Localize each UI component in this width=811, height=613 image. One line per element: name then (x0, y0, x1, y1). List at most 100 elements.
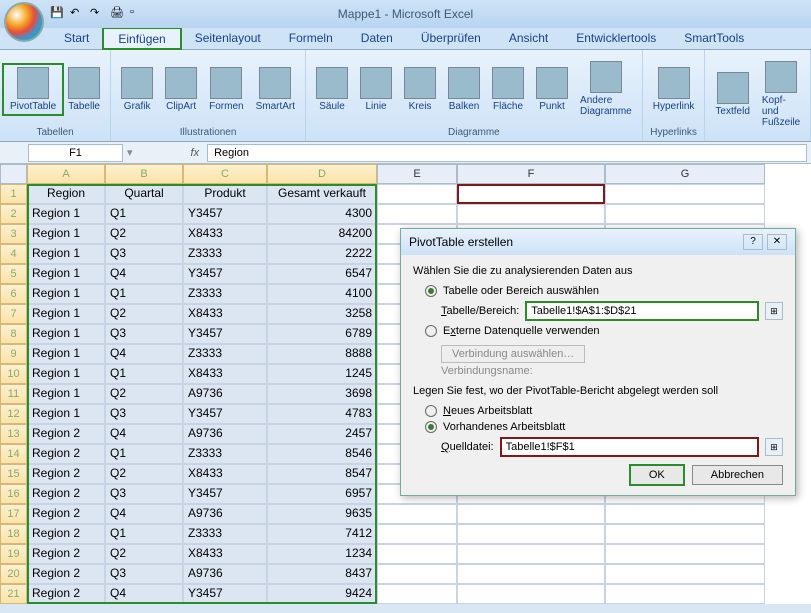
row-header[interactable]: 14 (0, 444, 27, 464)
cell[interactable]: A9736 (183, 424, 267, 444)
fx-icon[interactable]: fx (191, 147, 200, 159)
cell[interactable]: 8547 (267, 464, 377, 484)
row-header[interactable]: 2 (0, 204, 27, 224)
cell[interactable] (605, 184, 765, 204)
radio-new-sheet[interactable] (425, 405, 437, 417)
cell[interactable]: Region 2 (27, 544, 105, 564)
location-input[interactable] (500, 437, 759, 457)
cell[interactable]: Region 1 (27, 204, 105, 224)
tab-smarttools[interactable]: SmartTools (670, 28, 758, 49)
qat-icon[interactable]: ▫ (130, 6, 146, 22)
cell[interactable]: Q1 (105, 364, 183, 384)
ribbon-kopf--und-fußzeile[interactable]: Kopf- und Fußzeile (756, 59, 806, 130)
cell[interactable]: Region 2 (27, 424, 105, 444)
cell[interactable] (457, 544, 605, 564)
cell[interactable]: Q2 (105, 304, 183, 324)
cell[interactable]: 8888 (267, 344, 377, 364)
cell[interactable] (457, 204, 605, 224)
cell[interactable]: Y3457 (183, 324, 267, 344)
cell[interactable]: 8437 (267, 564, 377, 584)
cell[interactable] (457, 564, 605, 584)
cell[interactable] (377, 524, 457, 544)
cell[interactable]: 6547 (267, 264, 377, 284)
row-header[interactable]: 4 (0, 244, 27, 264)
ribbon-textfeld[interactable]: Textfeld (709, 70, 755, 119)
cell[interactable] (377, 564, 457, 584)
tab-formeln[interactable]: Formeln (275, 28, 347, 49)
row-header[interactable]: 3 (0, 224, 27, 244)
cell[interactable]: Y3457 (183, 484, 267, 504)
cell[interactable]: Region 1 (27, 304, 105, 324)
cell[interactable]: Z3333 (183, 344, 267, 364)
cell[interactable] (605, 544, 765, 564)
row-header[interactable]: 9 (0, 344, 27, 364)
cell[interactable]: Q4 (105, 344, 183, 364)
cell[interactable] (457, 524, 605, 544)
location-picker-icon[interactable]: ⊞ (765, 438, 783, 456)
dialog-titlebar[interactable]: PivotTable erstellen ? ✕ (401, 229, 795, 255)
print-icon[interactable]: 🖨 (110, 6, 126, 22)
cell[interactable] (377, 204, 457, 224)
cell[interactable]: Y3457 (183, 264, 267, 284)
tab-überprüfen[interactable]: Überprüfen (407, 28, 495, 49)
cell[interactable]: Q4 (105, 264, 183, 284)
ribbon-fläche[interactable]: Fläche (486, 65, 530, 114)
cell[interactable]: Region 2 (27, 584, 105, 604)
cell[interactable]: 6789 (267, 324, 377, 344)
ribbon-smartart[interactable]: SmartArt (250, 65, 301, 114)
cell[interactable]: Q3 (105, 484, 183, 504)
ribbon-hyperlink[interactable]: Hyperlink (647, 65, 701, 114)
cell[interactable]: Z3333 (183, 524, 267, 544)
cell[interactable]: 8546 (267, 444, 377, 464)
column-header[interactable]: A (27, 164, 105, 184)
cell[interactable]: X8433 (183, 464, 267, 484)
column-header[interactable]: D (267, 164, 377, 184)
row-header[interactable]: 1 (0, 184, 27, 204)
cell[interactable]: A9736 (183, 384, 267, 404)
cell[interactable]: Q3 (105, 564, 183, 584)
cell[interactable]: 4100 (267, 284, 377, 304)
cell[interactable]: 9424 (267, 584, 377, 604)
cell[interactable] (605, 524, 765, 544)
row-header[interactable]: 5 (0, 264, 27, 284)
cell[interactable]: Q3 (105, 324, 183, 344)
cell[interactable]: Z3333 (183, 284, 267, 304)
row-header[interactable]: 8 (0, 324, 27, 344)
column-header[interactable]: G (605, 164, 765, 184)
ribbon-grafik[interactable]: Grafik (115, 65, 159, 114)
redo-icon[interactable]: ↷ (90, 6, 106, 22)
cell[interactable]: Z3333 (183, 444, 267, 464)
cell[interactable]: 3698 (267, 384, 377, 404)
cell[interactable]: Z3333 (183, 244, 267, 264)
cell[interactable] (377, 584, 457, 604)
save-icon[interactable]: 💾 (50, 6, 66, 22)
ok-button[interactable]: OK (630, 465, 684, 485)
cell[interactable]: Region 1 (27, 364, 105, 384)
office-button[interactable] (4, 2, 44, 42)
cell[interactable]: 2222 (267, 244, 377, 264)
cell[interactable]: Q1 (105, 204, 183, 224)
cell[interactable] (605, 564, 765, 584)
name-box[interactable]: F1 (28, 144, 123, 162)
column-header[interactable]: E (377, 164, 457, 184)
cell[interactable]: 7412 (267, 524, 377, 544)
row-header[interactable]: 12 (0, 404, 27, 424)
tab-entwicklertools[interactable]: Entwicklertools (562, 28, 670, 49)
radio-external[interactable] (425, 325, 437, 337)
cell[interactable]: Region 1 (27, 244, 105, 264)
cell[interactable]: Quartal (105, 184, 183, 204)
cell[interactable]: Q4 (105, 424, 183, 444)
radio-existing-sheet[interactable] (425, 421, 437, 433)
cell[interactable]: X8433 (183, 304, 267, 324)
ribbon-kreis[interactable]: Kreis (398, 65, 442, 114)
cell[interactable]: Q1 (105, 524, 183, 544)
cell[interactable]: Region 2 (27, 444, 105, 464)
cell[interactable]: Q3 (105, 244, 183, 264)
cell[interactable]: Region 2 (27, 464, 105, 484)
cell[interactable]: A9736 (183, 504, 267, 524)
cell[interactable]: Q2 (105, 224, 183, 244)
cell[interactable]: 3258 (267, 304, 377, 324)
cell[interactable]: 84200 (267, 224, 377, 244)
cell[interactable]: Region 2 (27, 524, 105, 544)
cell[interactable]: Y3457 (183, 204, 267, 224)
